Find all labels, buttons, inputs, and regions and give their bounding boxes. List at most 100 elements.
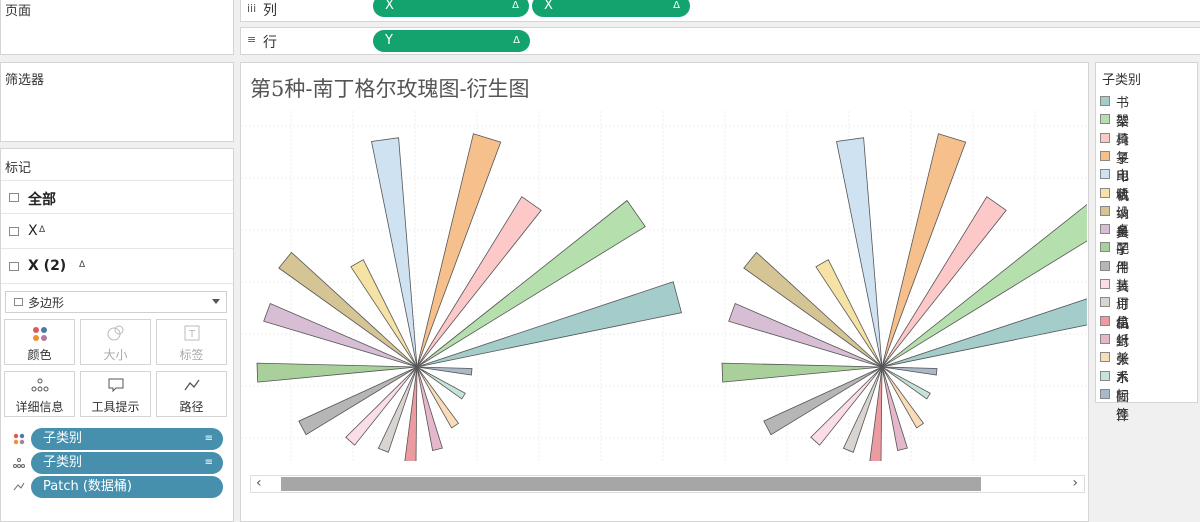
marks-card-label: X (2)	[28, 258, 67, 274]
rows-label: 行	[263, 35, 277, 51]
field-pill-label: Patch (数据桶)	[43, 479, 132, 494]
horizontal-scrollbar[interactable]: ‹ ›	[250, 475, 1085, 493]
marks-card-x[interactable]: X Δ	[1, 215, 233, 249]
scroll-left-icon[interactable]: ‹	[256, 475, 262, 491]
legend-swatch	[1100, 169, 1110, 180]
legend-swatch	[1100, 279, 1110, 289]
sort-icon: ≡	[204, 457, 213, 468]
columns-shelf: iii 列 X Δ X Δ	[240, 0, 1200, 22]
columns-pill-x[interactable]: X Δ	[373, 0, 529, 17]
path-icon	[157, 377, 226, 395]
mark-type-dropdown[interactable]: 多边形	[5, 291, 227, 313]
detail-button-label: 详细信息	[15, 400, 64, 414]
rose-petal-复印机[interactable]	[881, 133, 967, 368]
field-pill-patch[interactable]: Patch (数据桶)	[31, 476, 223, 498]
field-path-row: Patch (数据桶)	[1, 475, 233, 499]
delta-icon: Δ	[513, 35, 520, 46]
tooltip-button-label: 工具提示	[91, 400, 140, 414]
marks-card-icon	[9, 262, 19, 271]
legend-swatch	[1100, 114, 1110, 125]
color-button[interactable]: 颜色	[4, 319, 75, 365]
marks-card-icon	[9, 193, 19, 202]
columns-label: 列	[263, 3, 277, 19]
rose-petal-设备[interactable]	[278, 251, 418, 368]
field-color-row: 子类别 ≡	[1, 427, 233, 451]
legend-panel: 子类别 书架 器具 椅子 复印机 电话 收纳具 设备 桌子 配件 用具 装订机 用品 信封 纸张 美术 系固件…	[1095, 62, 1198, 424]
marks-panel: 标记 全部 X Δ X (2) Δ 多边形 颜色 大小 T 标签 详细信息 工具…	[0, 148, 234, 522]
marks-card-label: 全部	[28, 192, 56, 208]
legend-swatch	[1100, 96, 1110, 106]
rose-petal-装订机[interactable]	[345, 366, 418, 446]
legend-swatch	[1100, 333, 1110, 344]
marks-card-x2[interactable]: X (2) Δ	[1, 250, 233, 284]
rose-petal-用具[interactable]	[763, 366, 883, 436]
path-button-label: 路径	[179, 400, 204, 414]
field-detail-row: 子类别 ≡	[1, 451, 233, 475]
pages-title: 页面	[5, 4, 32, 19]
legend-title: 子类别	[1102, 73, 1142, 88]
pill-label: X	[544, 0, 553, 13]
scroll-right-icon[interactable]: ›	[1072, 475, 1078, 491]
columns-pill-x2[interactable]: X Δ	[532, 0, 690, 17]
rose-petal-桌子[interactable]	[728, 302, 883, 368]
color-dots-icon	[13, 433, 25, 445]
marks-card-label: X	[28, 223, 38, 239]
rose-petal-装订机[interactable]	[810, 366, 883, 446]
path-icon	[13, 482, 25, 491]
rows-pill-y[interactable]: Y Δ	[373, 30, 530, 52]
rose-petal-设备[interactable]	[743, 251, 883, 368]
marks-card-all[interactable]: 全部	[1, 180, 233, 214]
rose-1	[256, 133, 682, 461]
color-dots-icon	[5, 325, 74, 343]
rose-petal-标签[interactable]	[416, 366, 473, 376]
label-button-label: 标签	[179, 348, 204, 362]
svg-text:T: T	[188, 329, 196, 340]
label-icon: T	[157, 325, 226, 343]
delta-icon: Δ	[39, 225, 46, 235]
field-pill-subcategory-color[interactable]: 子类别 ≡	[31, 428, 223, 450]
sort-icon: ≡	[204, 433, 213, 444]
tooltip-button[interactable]: 工具提示	[80, 371, 151, 417]
rose-chart[interactable]	[241, 111, 1087, 461]
legend-swatch	[1100, 297, 1110, 308]
chevron-down-icon	[212, 299, 220, 304]
tooltip-icon	[81, 377, 150, 395]
legend-items: 书架 器具 椅子 复印机 电话 收纳具 设备 桌子 配件 用具 装订机 用品 信封 纸张 美术 系固件 标签	[1096, 92, 1196, 424]
rose-2	[721, 133, 1087, 461]
detail-dots-icon	[13, 458, 25, 468]
label-button[interactable]: T 标签	[156, 319, 227, 365]
delta-icon: Δ	[79, 260, 86, 270]
rose-petal-用具[interactable]	[298, 366, 418, 436]
detail-button[interactable]: 详细信息	[4, 371, 75, 417]
legend-swatch	[1100, 132, 1110, 143]
rows-icon: ≡	[247, 33, 257, 46]
legend-swatch	[1100, 388, 1110, 399]
rose-petal-书架[interactable]	[416, 281, 682, 368]
pill-label: Y	[385, 33, 393, 48]
filters-panel[interactable]: 筛选器	[0, 62, 234, 142]
size-icon	[81, 325, 150, 343]
pages-panel: 页面	[0, 0, 234, 55]
field-pill-subcategory-detail[interactable]: 子类别 ≡	[31, 452, 223, 474]
rose-petal-桌子[interactable]	[263, 302, 418, 368]
columns-icon: iii	[247, 2, 257, 15]
polygon-icon	[14, 298, 23, 306]
legend-swatch	[1100, 224, 1110, 235]
delta-icon: Δ	[512, 0, 519, 11]
path-button[interactable]: 路径	[156, 371, 227, 417]
field-pill-label: 子类别	[43, 455, 83, 470]
legend-swatch	[1100, 187, 1110, 198]
marks-card-icon	[9, 227, 19, 236]
legend-swatch	[1100, 315, 1110, 326]
scrollbar-thumb[interactable]	[281, 477, 981, 491]
legend-label: 标签	[1116, 388, 1130, 423]
rose-petal-复印机[interactable]	[416, 133, 502, 368]
marks-title: 标记	[5, 161, 32, 176]
detail-dots-icon	[5, 377, 74, 395]
pill-label: X	[385, 0, 394, 13]
rose-petal-标签[interactable]	[881, 366, 938, 376]
size-button[interactable]: 大小	[80, 319, 151, 365]
legend-swatch	[1100, 370, 1110, 381]
legend-swatch	[1100, 260, 1110, 271]
legend-swatch	[1100, 205, 1110, 216]
